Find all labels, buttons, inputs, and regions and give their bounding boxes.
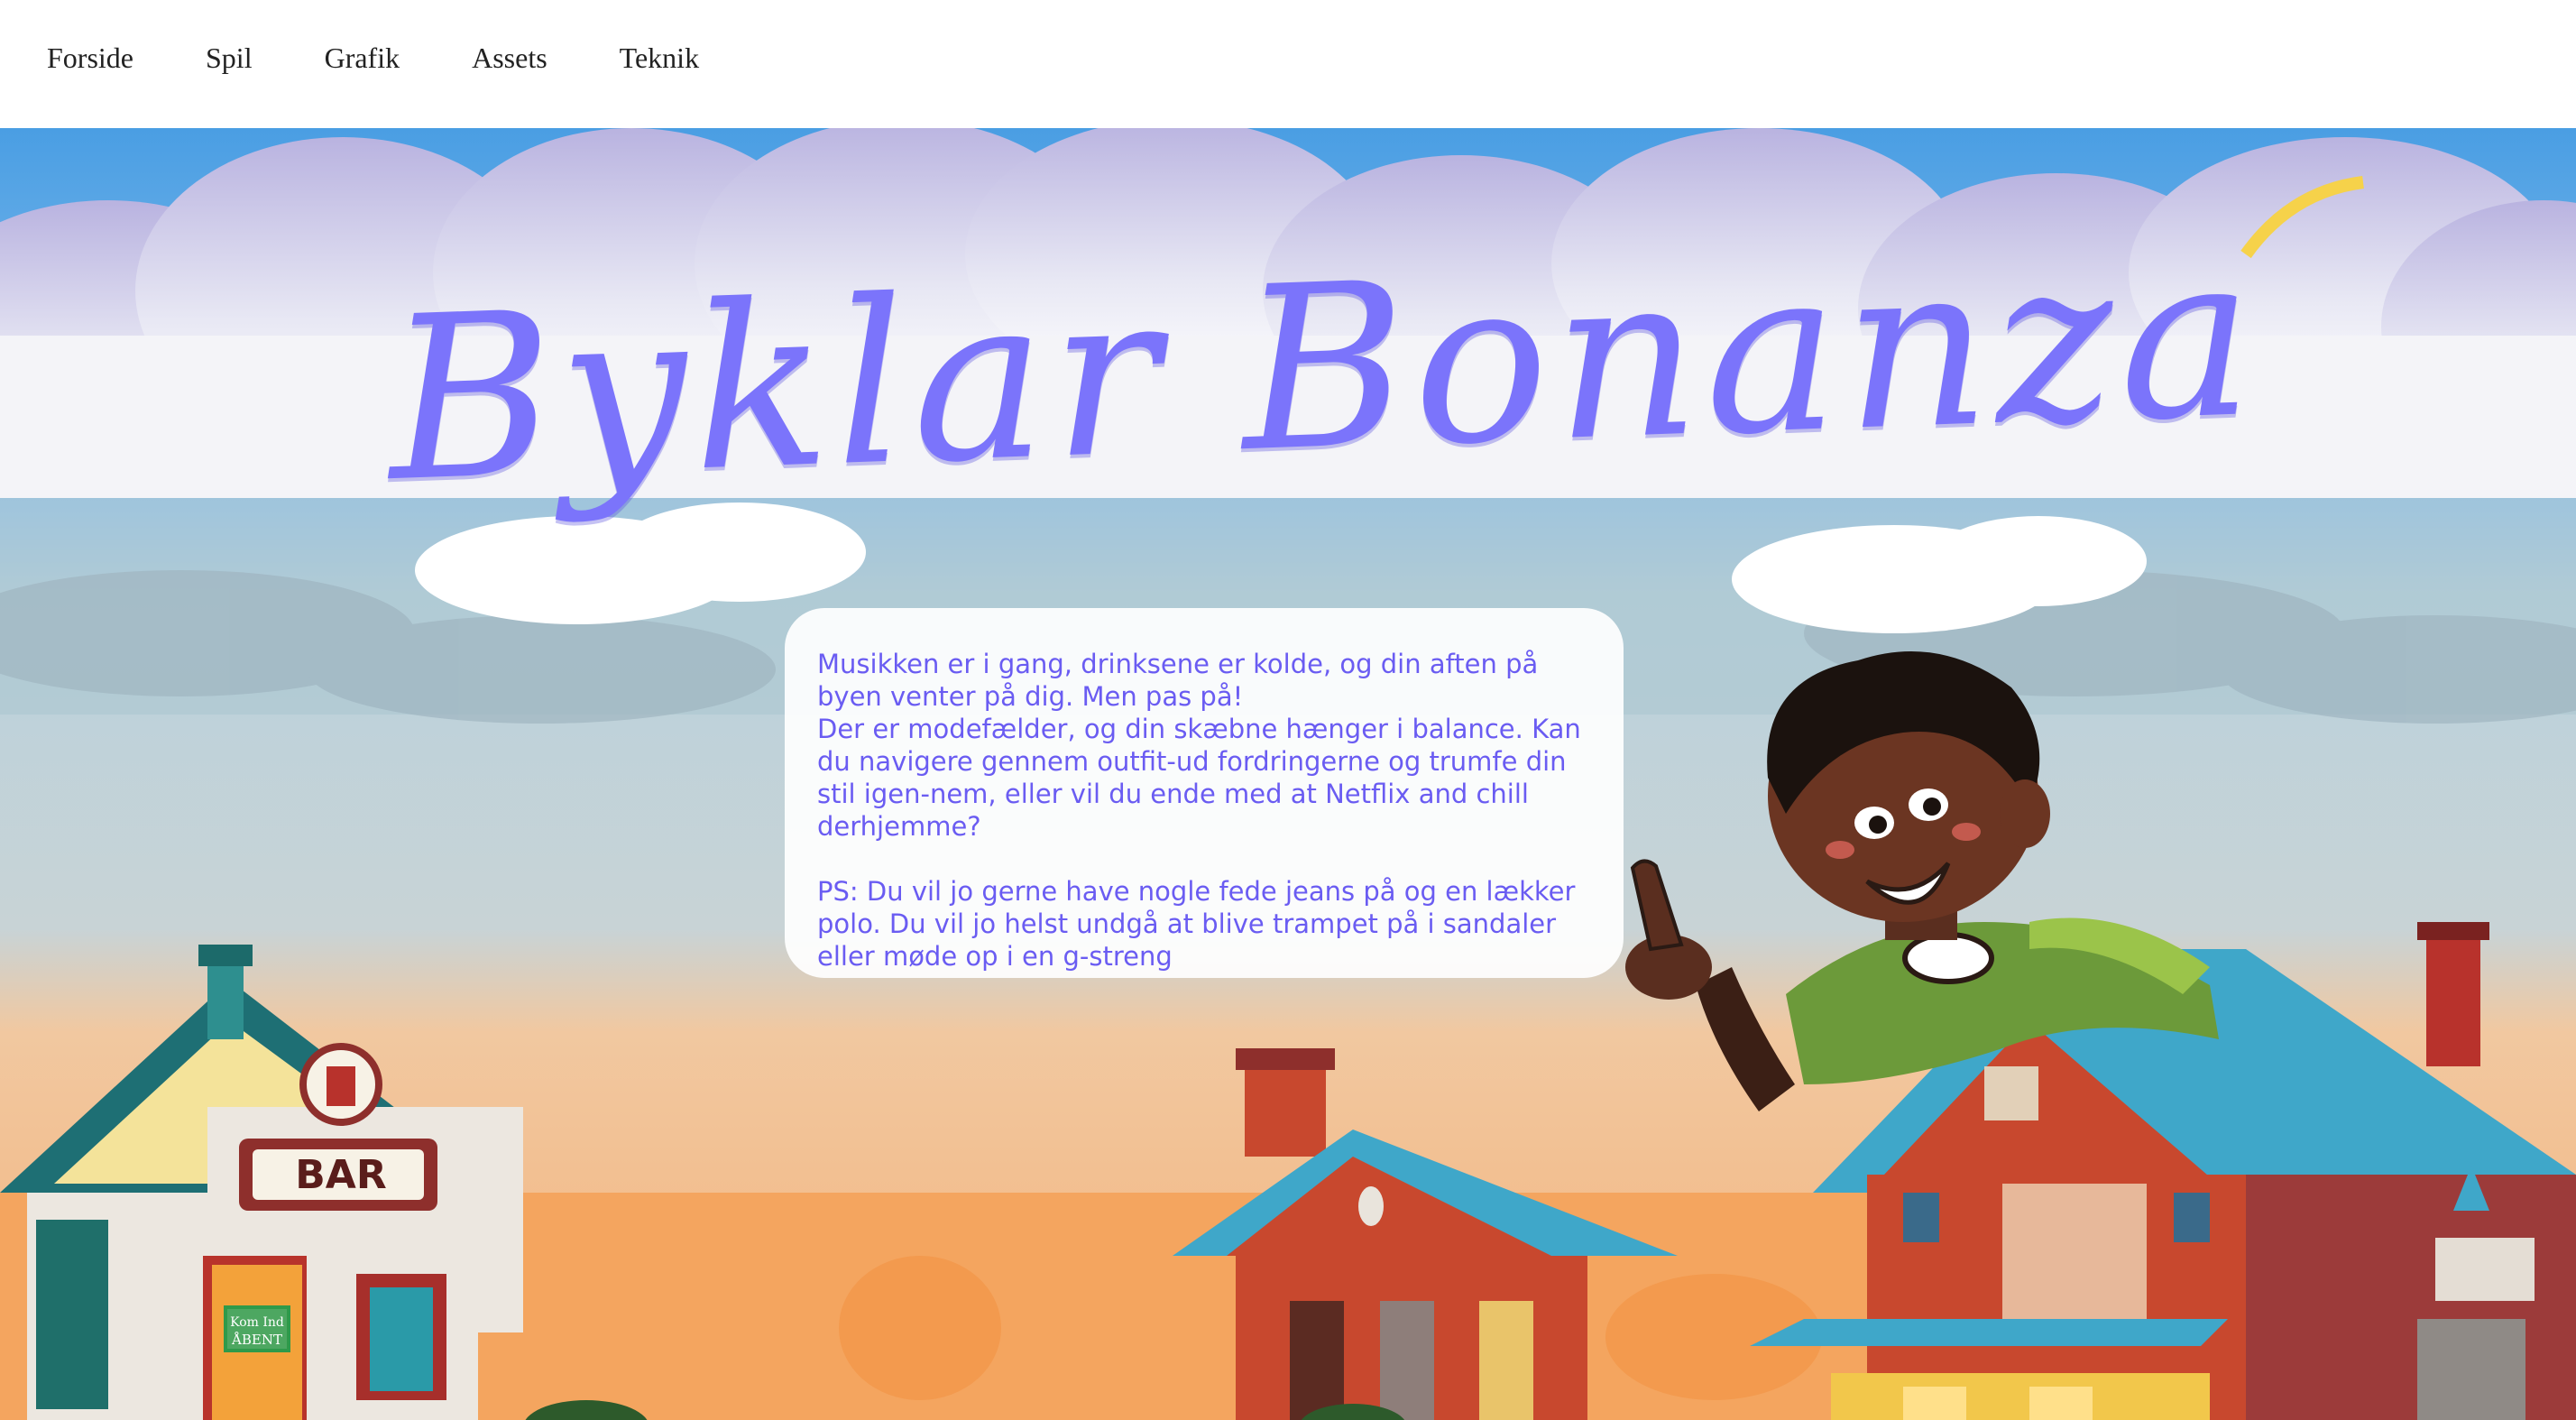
nav-link-grafik[interactable]: Grafik	[325, 41, 400, 75]
intro-text-card: Musikken er i gang, drinksene er kolde, …	[785, 608, 1624, 978]
nav-link-teknik[interactable]: Teknik	[620, 41, 699, 75]
intro-paragraph-3: PS: Du vil jo gerne have nogle fede jean…	[817, 876, 1576, 972]
intro-paragraph-1: Musikken er i gang, drinksene er kolde, …	[817, 649, 1539, 712]
bar-sign-text: BAR	[295, 1152, 386, 1198]
intro-paragraph-2: Der er modefælder, og din skæbne hænger …	[817, 714, 1581, 842]
nav-link-spil[interactable]: Spil	[206, 41, 253, 75]
door-sign-line-2: ÅBENT	[231, 1332, 282, 1348]
nav-link-assets[interactable]: Assets	[472, 41, 547, 75]
nav-link-forside[interactable]: Forside	[47, 41, 133, 75]
door-sign-line-1: Kom Ind	[230, 1315, 284, 1330]
hero-section: BAR Kom Ind ÅBENT Byklar Bonanza Musikke…	[0, 128, 2576, 1420]
top-navigation: Forside Spil Grafik Assets Teknik	[0, 0, 2576, 128]
